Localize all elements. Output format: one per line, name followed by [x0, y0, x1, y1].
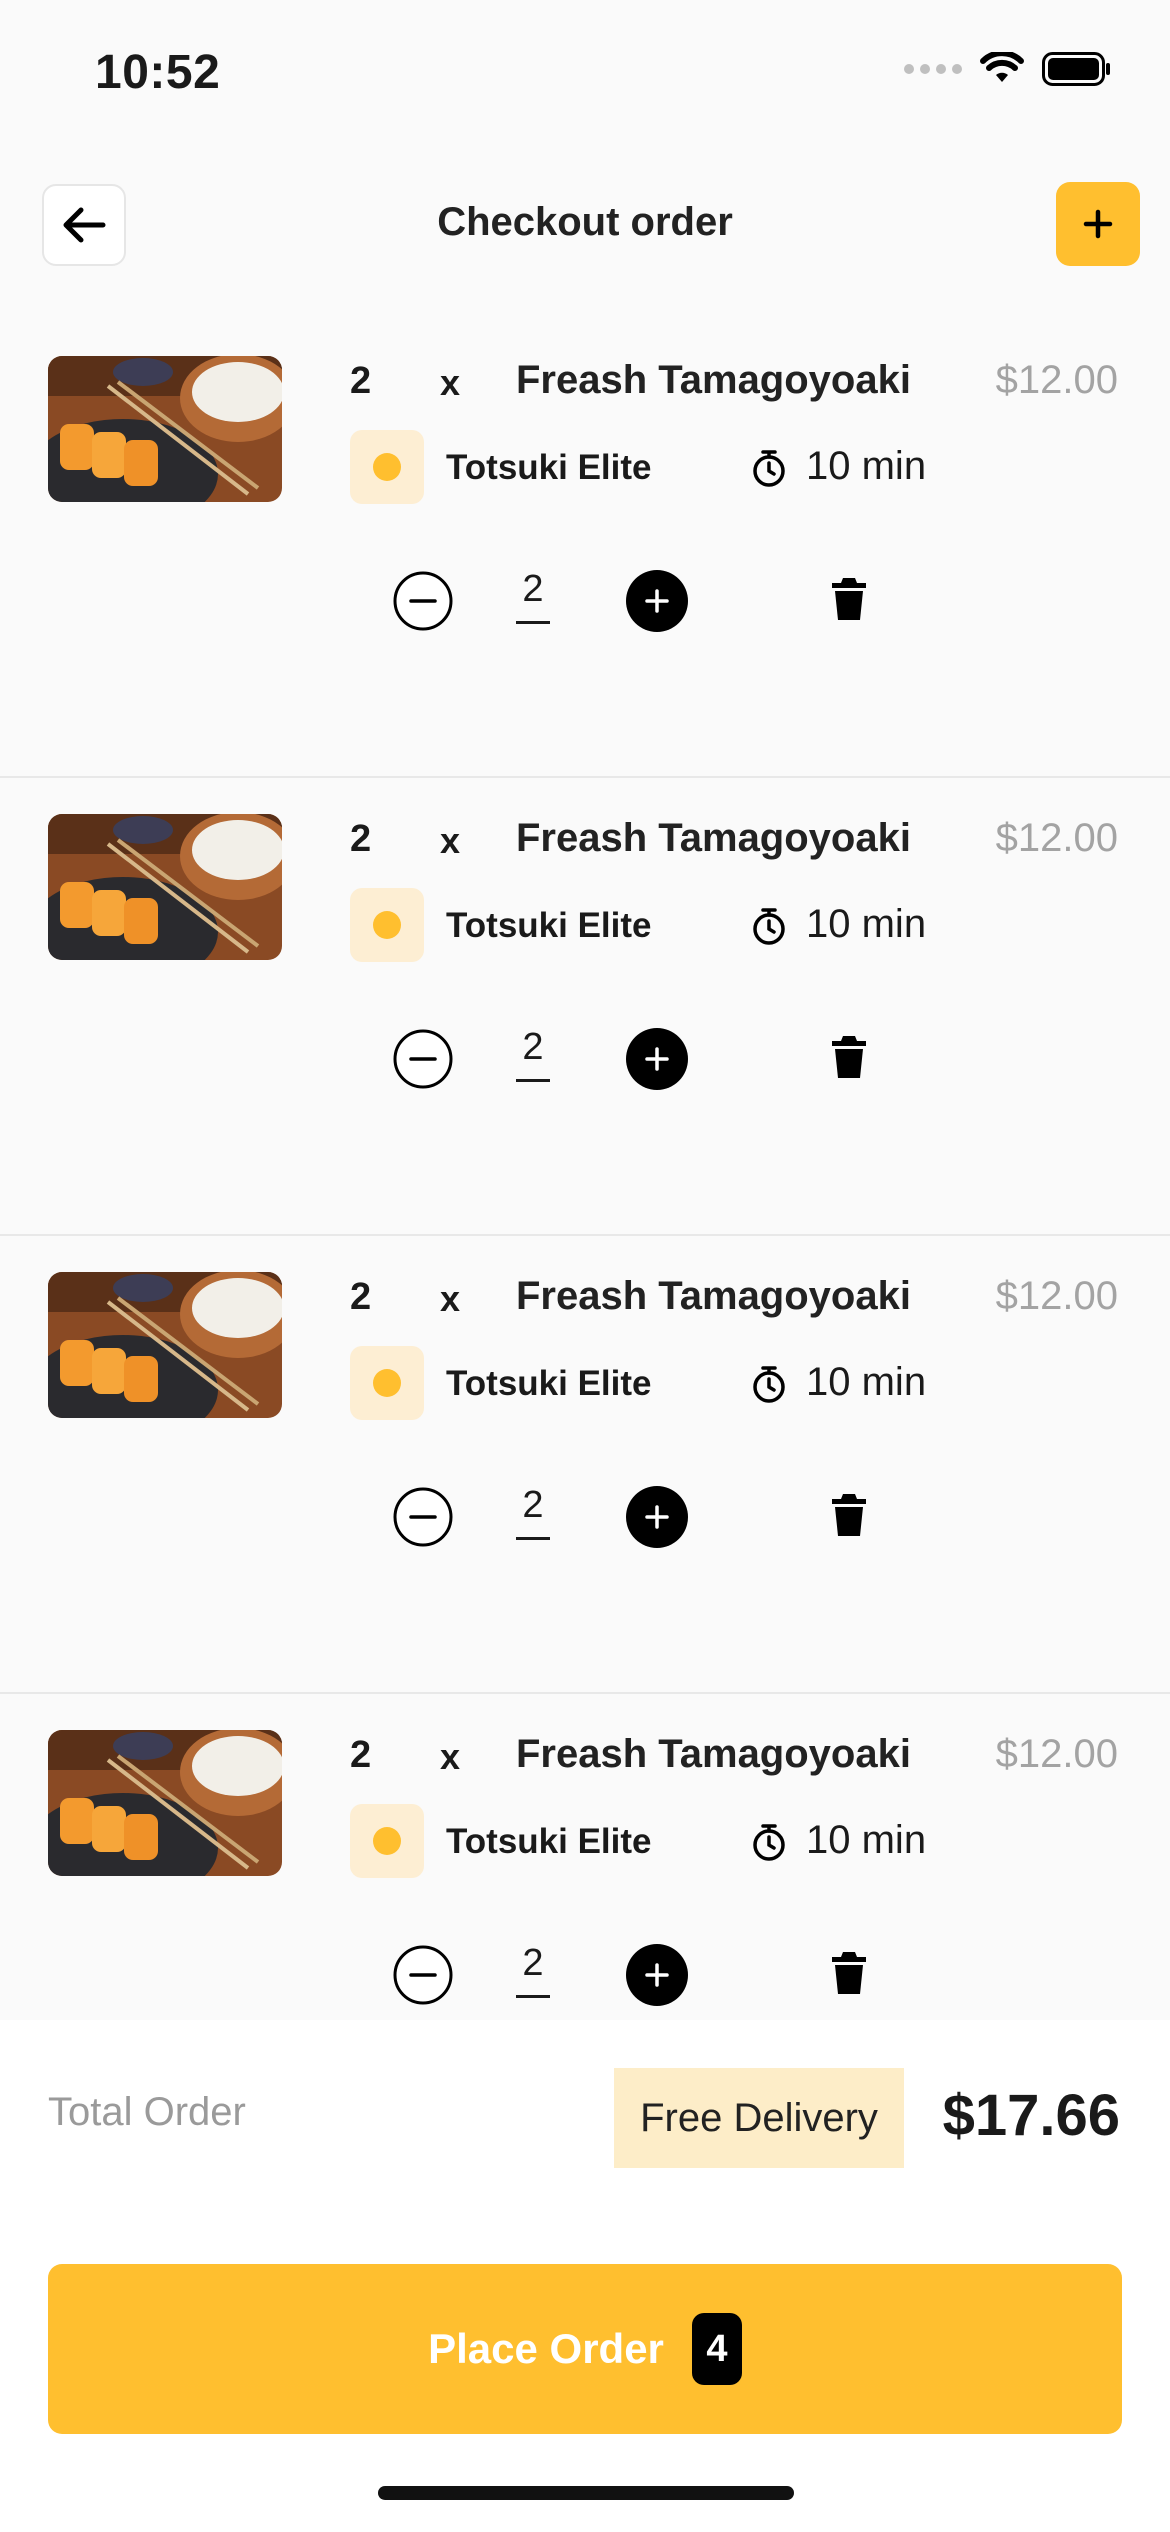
status-icons: [904, 52, 1112, 86]
order-item: 2 x Freash Tamagoyoaki $12.00 Totsuki El…: [0, 778, 1170, 1236]
plus-icon: [645, 1047, 669, 1071]
order-list: 2 x Freash Tamagoyoaki $12.00 Totsuki El…: [0, 320, 1170, 2152]
delivery-time: 10 min: [806, 1360, 927, 1404]
item-name: Freash Tamagoyoaki: [516, 358, 911, 402]
timer-icon: [753, 908, 785, 945]
page-title: Checkout order: [437, 200, 733, 244]
multiply-sign: x: [440, 1736, 461, 1777]
multiply-sign: x: [440, 362, 461, 403]
place-order-label: Place Order: [428, 2325, 664, 2372]
restaurant-logo-icon: [350, 1346, 424, 1420]
quantity-stepper-value[interactable]: 2: [516, 1938, 550, 1998]
trash-icon[interactable]: [828, 1950, 870, 1996]
battery-icon: [1042, 52, 1110, 86]
item-quantity: 2: [350, 818, 372, 860]
item-price: $12.00: [995, 1274, 1118, 1318]
food-image: [48, 356, 282, 502]
plus-icon: [645, 589, 669, 613]
plus-icon: [645, 1505, 669, 1529]
checkout-screen: 10:52 Checkout order 2 x Freash Tamagoyo…: [0, 0, 1170, 2532]
timer-icon: [753, 450, 785, 487]
status-bar: 10:52: [0, 0, 1170, 150]
timer-icon: [753, 1824, 785, 1861]
header: Checkout order: [0, 180, 1170, 270]
increase-quantity-button[interactable]: [626, 1028, 688, 1090]
decrease-quantity-button[interactable]: [392, 570, 454, 632]
restaurant-name: Totsuki Elite: [446, 448, 652, 487]
restaurant-logo-icon: [350, 430, 424, 504]
home-indicator[interactable]: [378, 2486, 794, 2500]
quantity-stepper-value[interactable]: 2: [516, 564, 550, 624]
status-time: 10:52: [95, 46, 221, 99]
food-image: [48, 814, 282, 960]
item-price: $12.00: [995, 358, 1118, 402]
trash-icon[interactable]: [828, 576, 870, 622]
trash-icon[interactable]: [828, 1034, 870, 1080]
add-item-button[interactable]: [1056, 182, 1140, 266]
item-name: Freash Tamagoyoaki: [516, 816, 911, 860]
delivery-time: 10 min: [806, 444, 927, 488]
increase-quantity-button[interactable]: [626, 1486, 688, 1548]
food-image: [48, 1272, 282, 1418]
multiply-sign: x: [440, 1278, 461, 1319]
delivery-time: 10 min: [806, 1818, 927, 1862]
cellular-signal-icon: [904, 64, 962, 74]
increase-quantity-button[interactable]: [626, 570, 688, 632]
decrease-quantity-button[interactable]: [392, 1486, 454, 1548]
item-price: $12.00: [995, 816, 1118, 860]
wifi-icon: [980, 52, 1024, 82]
restaurant-name: Totsuki Elite: [446, 906, 652, 945]
quantity-stepper-value[interactable]: 2: [516, 1022, 550, 1082]
order-summary-panel: Total Order Free Delivery $17.66 Place O…: [0, 2020, 1170, 2532]
multiply-sign: x: [440, 820, 461, 861]
food-image: [48, 1730, 282, 1876]
quantity-stepper-value[interactable]: 2: [516, 1480, 550, 1540]
total-order-label: Total Order: [48, 2090, 246, 2134]
plus-icon: [645, 1963, 669, 1987]
place-order-button[interactable]: Place Order 4: [48, 2264, 1122, 2434]
item-price: $12.00: [995, 1732, 1118, 1776]
item-quantity: 2: [350, 1276, 372, 1318]
plus-icon: [1083, 209, 1113, 239]
increase-quantity-button[interactable]: [626, 1944, 688, 2006]
trash-icon[interactable]: [828, 1492, 870, 1538]
timer-icon: [753, 1366, 785, 1403]
order-count-badge: 4: [691, 2313, 742, 2385]
decrease-quantity-button[interactable]: [392, 1028, 454, 1090]
item-name: Freash Tamagoyoaki: [516, 1732, 911, 1776]
restaurant-name: Totsuki Elite: [446, 1364, 652, 1403]
restaurant-logo-icon: [350, 1804, 424, 1878]
restaurant-logo-icon: [350, 888, 424, 962]
delivery-time: 10 min: [806, 902, 927, 946]
restaurant-name: Totsuki Elite: [446, 1822, 652, 1861]
item-quantity: 2: [350, 360, 372, 402]
item-name: Freash Tamagoyoaki: [516, 1274, 911, 1318]
order-item: 2 x Freash Tamagoyoaki $12.00 Totsuki El…: [0, 320, 1170, 778]
total-amount: $17.66: [942, 2083, 1120, 2148]
order-item: 2 x Freash Tamagoyoaki $12.00 Totsuki El…: [0, 1236, 1170, 1694]
free-delivery-badge: Free Delivery: [614, 2068, 904, 2168]
decrease-quantity-button[interactable]: [392, 1944, 454, 2006]
item-quantity: 2: [350, 1734, 372, 1776]
